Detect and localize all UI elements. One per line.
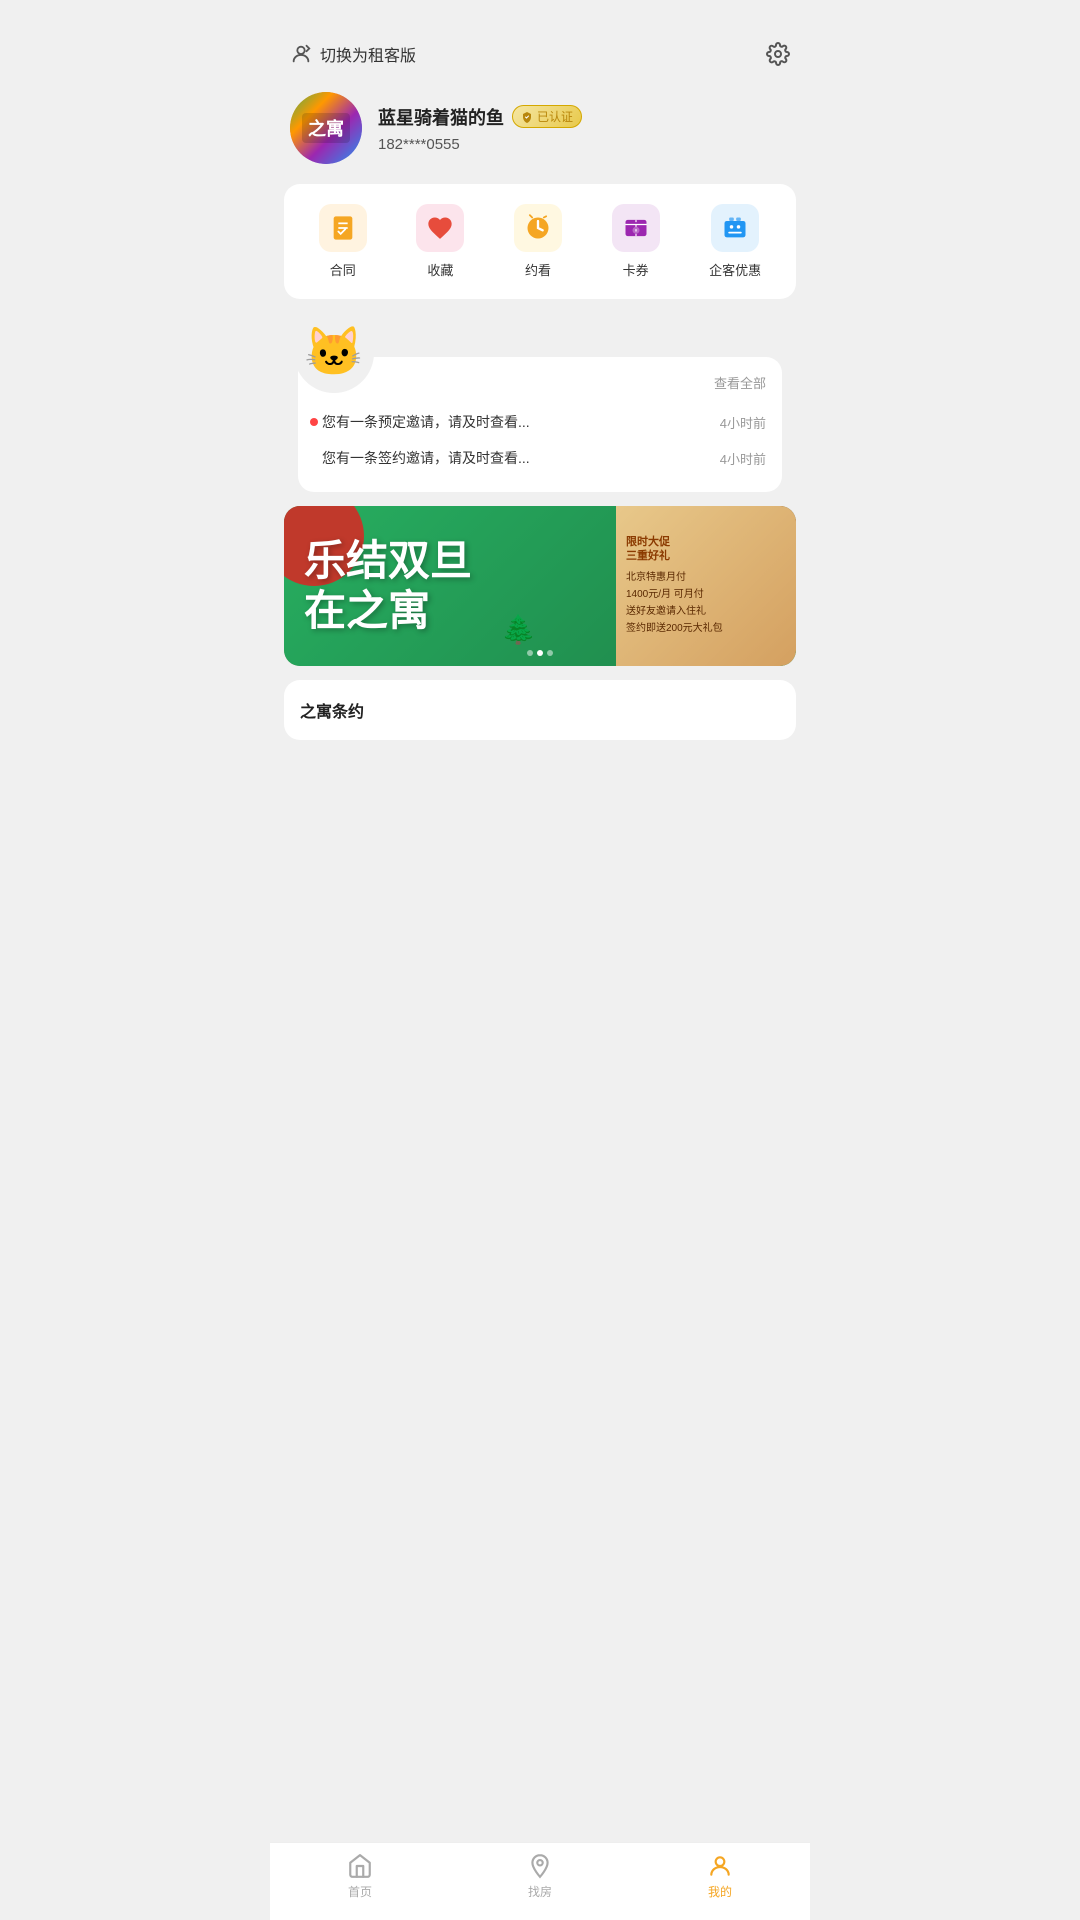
banner-tree: 🌲 [501,613,536,646]
nav-home[interactable]: 首页 [270,1853,450,1900]
notification-mascot: 🐱 [294,313,374,393]
action-contract-label: 合同 [330,260,356,279]
mascot-emoji: 🐱 [304,329,364,377]
contract-icon-wrap [319,204,367,252]
bottom-nav: 首页 找房 我的 [270,1842,810,1920]
profile-section: 之寓 蓝星骑着猫的鱼 已认证 182****0555 [270,82,810,184]
find-room-icon [527,1853,553,1879]
banner-promo-details: 北京特惠月付 1400元/月 可月付 送好友邀请入住礼 签约即送200元大礼包 [626,569,786,637]
appointment-icon [524,214,552,242]
action-enterprise-label: 企客优惠 [709,260,761,279]
notification-time-0: 4小时前 [720,413,766,432]
terms-title: 之寓条约 [300,698,780,722]
notification-text-0: 您有一条预定邀请，请及时查看... [322,412,530,432]
profile-phone: 182****0555 [378,136,790,153]
verified-badge: 已认证 [512,105,582,128]
notification-item-0[interactable]: 您有一条预定邀请，请及时查看... 4小时前 [322,404,766,440]
banner-promo-header: 限时大促三重好礼 [626,535,786,564]
action-appointment[interactable]: 约看 [514,204,562,279]
quick-actions-row: 合同 收藏 约看 [294,204,786,279]
profile-info: 蓝星骑着猫的鱼 已认证 182****0555 [378,104,790,153]
switch-label: 切换为租客版 [320,42,416,66]
action-favorites[interactable]: 收藏 [416,204,464,279]
verified-text: 已认证 [537,108,573,125]
notification-unread-dot [310,418,318,426]
action-enterprise[interactable]: 企客优惠 [709,204,761,279]
avatar[interactable]: 之寓 [290,92,362,164]
notification-text-1: 您有一条签约邀请，请及时查看... [322,448,530,468]
banner-promo: 限时大促三重好礼 北京特惠月付 1400元/月 可月付 送好友邀请入住礼 签约即… [616,506,796,666]
notification-item-1[interactable]: 您有一条签约邀请，请及时查看... 4小时前 [322,440,766,476]
action-vouchers-label: 卡券 [623,260,649,279]
nav-mine[interactable]: 我的 [630,1853,810,1900]
profile-name: 蓝星骑着猫的鱼 [378,104,504,130]
favorites-icon [426,214,454,242]
banner-main-text: 乐结双旦在之寓 [304,536,596,637]
action-vouchers[interactable]: 卡券 [612,204,660,279]
avatar-text: 之寓 [302,113,350,143]
quick-actions-card: 合同 收藏 约看 [284,184,796,299]
action-favorites-label: 收藏 [427,260,453,279]
enterprise-icon-wrap [711,204,759,252]
nav-home-label: 首页 [348,1883,372,1900]
nav-find-room-label: 找房 [528,1883,552,1900]
home-icon [347,1853,373,1879]
shield-icon [521,111,533,123]
notification-time-1: 4小时前 [720,449,766,468]
settings-icon[interactable] [766,42,790,66]
banner-card[interactable]: 乐结双旦在之寓 🌲 限时大促三重好礼 北京特惠月付 1400元/月 可月付 送好… [284,506,796,666]
action-appointment-label: 约看 [525,260,551,279]
nav-find-room[interactable]: 找房 [450,1853,630,1900]
enterprise-icon [721,214,749,242]
appointment-icon-wrap [514,204,562,252]
mine-icon [707,1853,733,1879]
switch-icon [290,43,312,65]
switch-tenant-button[interactable]: 切换为租客版 [290,42,416,66]
view-all-notifications[interactable]: 查看全部 [714,373,766,392]
nav-mine-label: 我的 [708,1883,732,1900]
contract-icon [329,214,357,242]
action-contract[interactable]: 合同 [319,204,367,279]
vouchers-icon-wrap [612,204,660,252]
vouchers-icon [622,214,650,242]
favorites-icon-wrap [416,204,464,252]
notification-card: 查看全部 您有一条预定邀请，请及时查看... 4小时前 您有一条签约邀请，请及时… [298,357,782,492]
banner-main-content: 乐结双旦在之寓 🌲 [284,516,616,657]
terms-card[interactable]: 之寓条约 [284,680,796,740]
